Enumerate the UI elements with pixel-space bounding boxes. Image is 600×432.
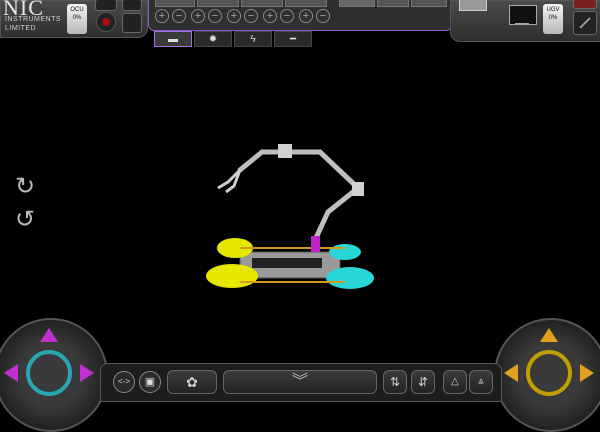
tab-camera-icon[interactable]: ▬ xyxy=(154,31,192,47)
arm-joint-2 xyxy=(352,182,364,196)
monitor-icon-2 xyxy=(509,5,537,25)
tab-tool-icon[interactable]: ━ xyxy=(274,31,312,47)
raise-max-button[interactable]: ⩓ xyxy=(469,370,493,394)
logo-line2: LIMITED xyxy=(5,25,37,32)
toolbar-cell-5[interactable] xyxy=(339,0,375,7)
window-button[interactable] xyxy=(122,0,142,11)
ugv-value: 0% xyxy=(548,15,558,21)
save-button[interactable] xyxy=(122,13,142,33)
bottom-toolbar: <-> ▣ ✿ ︾ ⇅ ⇵ △ ⩓ xyxy=(100,363,502,402)
ugv-label: UGV xyxy=(546,7,560,13)
tool-icon: ━ xyxy=(289,34,297,45)
flip-button-a[interactable]: ⇅ xyxy=(383,370,407,394)
code-button[interactable]: <-> xyxy=(113,371,135,393)
ocu-value: 0% xyxy=(72,15,82,21)
arrow-up-icon[interactable] xyxy=(540,328,558,342)
right-joystick[interactable] xyxy=(494,318,600,432)
right-joystick-knob[interactable] xyxy=(526,350,572,396)
robot-3d-view[interactable] xyxy=(200,130,390,300)
track-rear-right xyxy=(326,267,374,289)
camera-mast xyxy=(311,236,320,252)
camera-icon: ▬ xyxy=(168,34,178,45)
header-left-panel: NIC INSTRUMENTS LIMITED OCU 0% xyxy=(0,0,148,38)
ugv-battery-gauge: UGV 0% xyxy=(543,4,563,34)
tab-light-icon[interactable]: ✹ xyxy=(194,31,232,47)
left-joystick[interactable] xyxy=(0,318,108,432)
arrow-left-icon[interactable] xyxy=(504,364,518,382)
toolbar-cell-7[interactable] xyxy=(411,0,447,7)
arrow-up-icon[interactable] xyxy=(40,328,58,342)
monitor-stand xyxy=(515,23,529,25)
arrow-right-icon[interactable] xyxy=(580,364,594,382)
minus-button[interactable]: − xyxy=(316,9,330,23)
minus-button[interactable]: − xyxy=(280,9,294,23)
settings-gear-icon[interactable]: ✿ xyxy=(167,370,217,394)
tab-lightning-icon[interactable]: ϟ xyxy=(234,31,272,47)
ocu-battery-gauge: OCU 0% xyxy=(67,4,87,34)
ocu-label: OCU xyxy=(70,7,84,13)
arrow-left-icon[interactable] xyxy=(4,364,18,382)
capture-button[interactable]: ▣ xyxy=(139,371,161,393)
arm-joint-1 xyxy=(278,144,292,158)
track-rear-left xyxy=(206,264,258,288)
record-button[interactable] xyxy=(96,12,116,32)
header-right-panel: UGV 0% xyxy=(450,0,600,42)
plus-button[interactable]: + xyxy=(227,9,241,23)
left-joystick-knob[interactable] xyxy=(26,350,72,396)
minus-button[interactable]: − xyxy=(208,9,222,23)
minus-button[interactable]: − xyxy=(172,9,186,23)
gripper-icon xyxy=(217,168,242,194)
top-toolbar: + − + − + − + − + − xyxy=(148,0,452,31)
plus-button[interactable]: + xyxy=(191,9,205,23)
robot-arm xyxy=(237,149,361,243)
light-icon: ✹ xyxy=(208,34,218,45)
stop-button[interactable] xyxy=(573,0,597,9)
robot-hull-slot xyxy=(252,258,322,268)
raise-button[interactable]: △ xyxy=(443,370,467,394)
monitor-icon-1 xyxy=(459,0,487,11)
flip-button-b[interactable]: ⇵ xyxy=(411,370,435,394)
logo-line1: INSTRUMENTS xyxy=(5,16,62,23)
toolbar-cell-2[interactable] xyxy=(197,0,239,7)
toolbar-cell-1[interactable] xyxy=(155,0,195,7)
arrow-right-icon[interactable] xyxy=(80,364,94,382)
expand-drawer-button[interactable]: ︾ xyxy=(223,370,377,394)
expand-icon[interactable] xyxy=(573,11,597,35)
pause-button[interactable] xyxy=(95,0,117,11)
plus-button[interactable]: + xyxy=(263,9,277,23)
plus-button[interactable]: + xyxy=(299,9,313,23)
minus-button[interactable]: − xyxy=(244,9,258,23)
toolbar-cell-6[interactable] xyxy=(377,0,409,7)
plus-button[interactable]: + xyxy=(155,9,169,23)
rotate-cw-icon[interactable]: ↺ xyxy=(12,207,38,233)
lightning-icon: ϟ xyxy=(250,34,256,45)
toolbar-cell-3[interactable] xyxy=(241,0,283,7)
rotate-ccw-icon[interactable]: ↻ xyxy=(12,174,38,200)
track-front-right xyxy=(329,244,361,260)
toolbar-cell-4[interactable] xyxy=(285,0,327,7)
